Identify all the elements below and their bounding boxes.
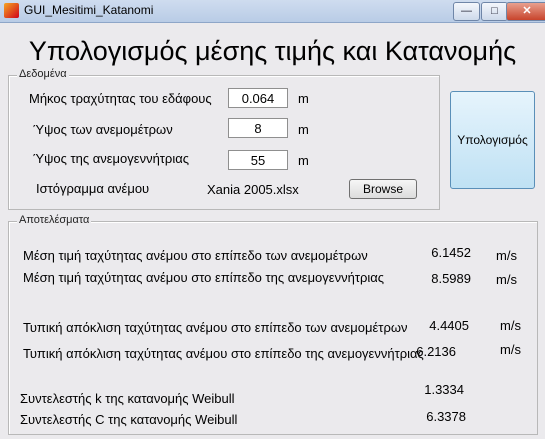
roughness-label: Μήκος τραχύτητας του εδάφους: [29, 91, 212, 106]
minimize-button[interactable]: —: [453, 2, 480, 21]
result-label-mean-anemometer: Μέση τιμή ταχύτητας ανέμου στο επίπεδο τ…: [23, 248, 368, 263]
result-label-weibull-k: Συντελεστής k της κατανομής Weibull: [20, 391, 235, 406]
result-unit-mean-turbine: m/s: [496, 272, 517, 287]
result-unit-mean-anemometer: m/s: [496, 248, 517, 263]
result-label-std-turbine: Τυπική απόκλιση ταχύτητας ανέμου στο επί…: [23, 346, 424, 361]
result-value-std-anemometer: 4.4405: [429, 318, 469, 333]
result-label-mean-turbine: Μέση τιμή ταχύτητας ανέμου στο επίπεδο τ…: [23, 270, 385, 285]
result-value-mean-turbine: 8.5989: [431, 271, 471, 286]
result-unit-std-turbine: m/s: [500, 342, 521, 357]
anemometer-height-input[interactable]: [228, 118, 288, 138]
result-value-mean-anemometer: 6.1452: [431, 245, 471, 260]
turbine-height-label: Ύψος της ανεμογεννήτριας: [33, 151, 189, 166]
anemometer-height-unit: m: [298, 122, 309, 137]
inputs-panel-title: Δεδομένα: [17, 68, 69, 80]
window-title: GUI_Mesitimi_Katanomi: [24, 3, 154, 17]
result-label-std-anemometer: Τυπική απόκλιση ταχύτητας ανέμου στο επί…: [23, 320, 408, 335]
roughness-unit: m: [298, 91, 309, 106]
anemometer-height-label: Ύψος των ανεμομέτρων: [33, 122, 173, 137]
close-button[interactable]: ✕: [506, 2, 545, 21]
result-unit-std-anemometer: m/s: [500, 318, 521, 333]
histogram-label: Ιστόγραμμα ανέμου: [36, 181, 150, 196]
matlab-logo-icon: [4, 3, 19, 18]
result-value-weibull-c: 6.3378: [426, 409, 466, 424]
turbine-height-input[interactable]: [228, 150, 288, 170]
turbine-height-unit: m: [298, 153, 309, 168]
result-label-weibull-c: Συντελεστής C της κατανομής Weibull: [20, 412, 238, 427]
results-panel-title: Αποτελέσματα: [17, 214, 92, 226]
page-title: Υπολογισμός μέσης τιμής και Κατανομής: [28, 36, 517, 66]
browse-button[interactable]: Browse: [349, 179, 417, 199]
result-value-std-turbine: 6.2136: [416, 344, 456, 359]
maximize-button[interactable]: □: [481, 2, 508, 21]
title-bar: GUI_Mesitimi_Katanomi — □ ✕: [0, 0, 545, 23]
result-value-weibull-k: 1.3334: [424, 382, 464, 397]
roughness-input[interactable]: [228, 88, 288, 108]
histogram-file-name: Xania 2005.xlsx: [207, 182, 299, 197]
calculate-button[interactable]: Υπολογισμός: [450, 91, 535, 189]
